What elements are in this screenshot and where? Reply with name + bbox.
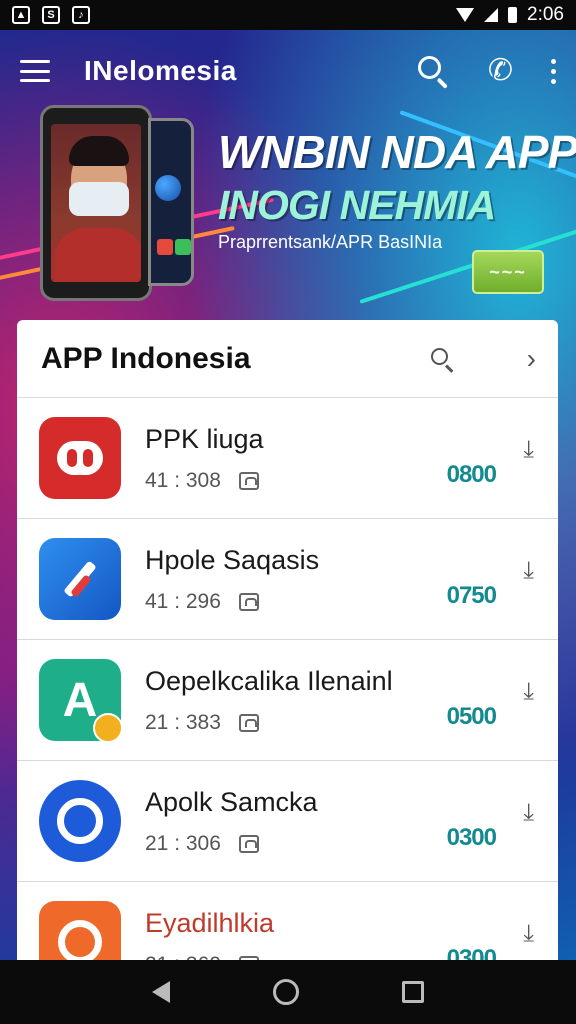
- store-icon: [238, 471, 259, 490]
- download-icon[interactable]: ⤓: [523, 436, 534, 464]
- arrow-right-icon[interactable]: ›: [527, 344, 536, 373]
- search-icon[interactable]: [416, 54, 450, 89]
- download-icon[interactable]: ⤓: [523, 678, 534, 706]
- banner-headline: WNBIN NDA APP: [218, 126, 576, 178]
- green-a-app-icon: A: [39, 659, 123, 743]
- list-item[interactable]: Eyadilhlkia 21 : 360 0300 ⤓: [17, 882, 558, 970]
- app-title: INelomesia: [84, 55, 237, 86]
- app-notification-icon: ♪: [72, 6, 90, 24]
- blue-arrow-app-icon: [39, 538, 121, 620]
- signal-icon: [484, 8, 499, 22]
- banner-button[interactable]: ~~~: [472, 250, 544, 294]
- notification-icon: S: [42, 6, 60, 24]
- banner-tagline: Praprrentsank/APR BasINIa: [218, 232, 443, 252]
- app-list-card: APP Indonesia › PPK liuga 41 : 308 0800 …: [17, 320, 558, 970]
- home-icon[interactable]: [272, 979, 299, 1005]
- second-phone-illustration: [148, 118, 194, 286]
- download-icon[interactable]: ⤓: [523, 799, 534, 827]
- search-icon[interactable]: [429, 346, 455, 373]
- app-price: 0300: [446, 824, 497, 851]
- phone-illustration: [40, 105, 152, 301]
- card-title: APP Indonesia: [41, 341, 251, 375]
- store-icon: [238, 592, 259, 611]
- list-item[interactable]: PPK liuga 41 : 308 0800 ⤓: [17, 398, 558, 519]
- card-header: APP Indonesia ›: [17, 320, 558, 398]
- app-name: Eyadilhlkia: [145, 907, 275, 938]
- picture-icon: ▲: [12, 6, 30, 24]
- list-item[interactable]: Hpole Saqasis 41 : 296 0750 ⤓: [17, 519, 558, 640]
- navigation-bar: [0, 960, 576, 1024]
- red-chat-app-icon: [39, 417, 121, 499]
- back-icon[interactable]: [151, 981, 170, 1003]
- app-meta: 21 : 306: [145, 831, 221, 855]
- download-icon[interactable]: ⤓: [523, 920, 534, 948]
- more-vert-icon[interactable]: [551, 58, 556, 84]
- wifi-icon: [456, 8, 475, 22]
- list-item[interactable]: Apolk Samcka 21 : 306 0300 ⤓: [17, 761, 558, 882]
- app-name: Oepelkcalika Ilenainl: [145, 665, 393, 696]
- menu-icon[interactable]: [20, 60, 50, 82]
- app-price: 0800: [446, 461, 497, 488]
- list-item[interactable]: A Oepelkcalika Ilenainl 21 : 383 0500 ⤓: [17, 640, 558, 761]
- app-name: PPK liuga: [145, 423, 264, 454]
- app-name: Hpole Saqasis: [145, 544, 320, 575]
- status-time: 2:06: [527, 4, 564, 25]
- app-meta: 21 : 383: [145, 710, 221, 734]
- app-meta: 41 : 308: [145, 468, 221, 492]
- status-bar: ▲ S ♪ 2:06: [0, 0, 576, 30]
- app-meta: 41 : 296: [145, 589, 221, 613]
- banner-subheadline: INOGI NEHMIA: [218, 182, 496, 228]
- recents-icon[interactable]: [402, 981, 425, 1003]
- app-name: Apolk Samcka: [145, 786, 318, 817]
- phone-icon[interactable]: ✆: [488, 54, 513, 88]
- store-icon: [238, 713, 259, 732]
- battery-icon: [508, 7, 518, 23]
- app-price: 0500: [446, 703, 497, 730]
- store-icon: [238, 834, 259, 853]
- blue-chat-app-icon: [39, 780, 121, 862]
- app-price: 0750: [446, 582, 497, 609]
- download-icon[interactable]: ⤓: [523, 557, 534, 585]
